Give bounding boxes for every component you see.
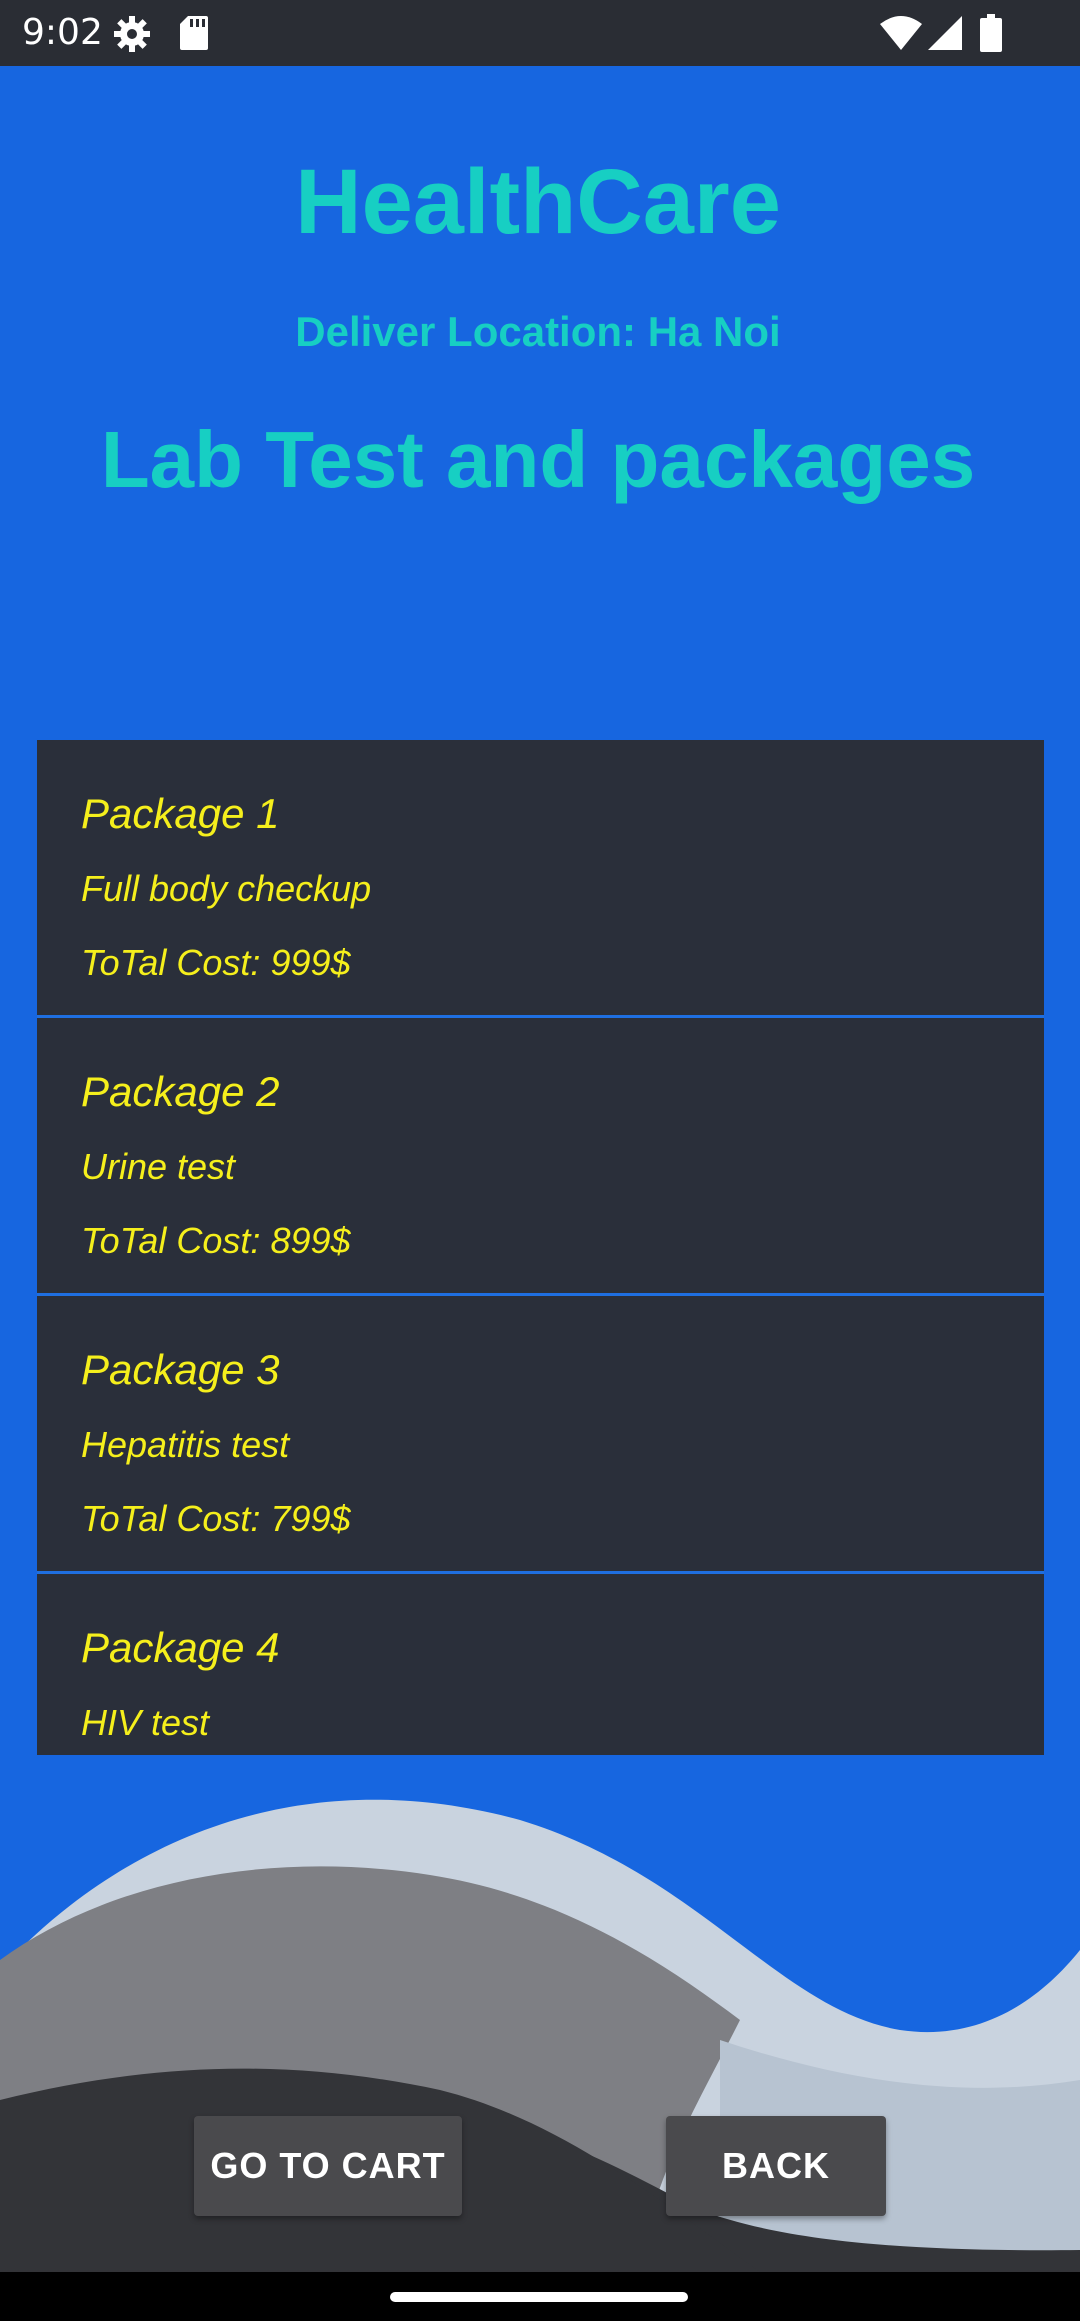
package-description: Full body checkup [81, 868, 372, 909]
status-bar: 9:02 [0, 0, 1080, 66]
package-description: Hepatitis test [81, 1424, 290, 1465]
status-time: 9:02 [22, 12, 103, 53]
cellular-signal-icon [928, 16, 962, 50]
package-name: Package 3 [81, 1346, 280, 1393]
list-item-package-2[interactable]: Package 2 Urine test ToTal Cost: 899$ [37, 1018, 1044, 1296]
page-title: Lab Test and packages [100, 415, 976, 504]
package-list[interactable]: Package 1 Full body checkup ToTal Cost: … [37, 740, 1044, 1755]
sd-card-icon [180, 16, 208, 50]
package-description: HIV test [81, 1702, 210, 1743]
home-gesture-handle[interactable] [390, 2292, 688, 2302]
go-to-cart-button[interactable]: GO TO CART [194, 2116, 462, 2216]
package-cost: ToTal Cost: 999$ [81, 942, 351, 983]
app-title: HealthCare [295, 151, 781, 253]
package-name: Package 2 [81, 1068, 280, 1115]
package-name: Package 1 [81, 790, 280, 837]
wifi-icon [880, 16, 922, 50]
package-description: Urine test [81, 1146, 236, 1187]
wave-decoration [0, 1799, 1080, 2272]
battery-icon [980, 14, 1002, 52]
settings-gear-icon [114, 16, 150, 52]
package-cost: ToTal Cost: 899$ [81, 1220, 351, 1261]
package-cost: ToTal Cost: 799$ [81, 1498, 351, 1539]
back-button[interactable]: BACK [666, 2116, 886, 2216]
list-item-package-1[interactable]: Package 1 Full body checkup ToTal Cost: … [37, 740, 1044, 1018]
list-item-package-4[interactable]: Package 4 HIV test [37, 1574, 1044, 1755]
list-item-package-3[interactable]: Package 3 Hepatitis test ToTal Cost: 799… [37, 1296, 1044, 1574]
navigation-bar [0, 2272, 1080, 2321]
delivery-location: Deliver Location: Ha Noi [295, 308, 781, 355]
package-name: Package 4 [81, 1624, 280, 1671]
